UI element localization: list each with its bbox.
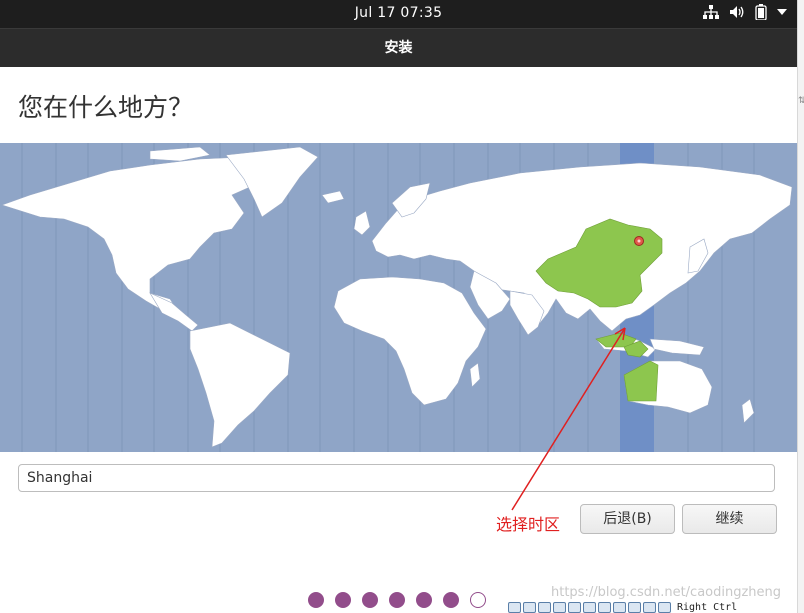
audio-icon[interactable] — [538, 601, 551, 613]
cpu-icon[interactable] — [628, 601, 641, 613]
progress-dot — [389, 592, 405, 608]
land-masses — [1, 146, 793, 448]
progress-dot-current — [470, 592, 486, 608]
location-pin-icon[interactable] — [634, 236, 644, 246]
network-icon[interactable] — [703, 5, 719, 19]
mouse-integration-icon[interactable] — [643, 601, 656, 613]
progress-dot — [308, 592, 324, 608]
progress-dot — [335, 592, 351, 608]
annotation-label: 选择时区 — [496, 515, 561, 534]
progress-dot — [362, 592, 378, 608]
network-adapter-icon[interactable] — [553, 601, 566, 613]
watermark: https://blog.csdn.net/caodingzheng — [551, 585, 782, 600]
timezone-input[interactable] — [18, 464, 775, 492]
host-window-edge: ⇅ — [797, 0, 804, 613]
progress-dots — [308, 592, 486, 608]
clock[interactable]: Jul 17 07:35 — [0, 5, 797, 21]
optical-drive-icon[interactable] — [523, 601, 536, 613]
hard-disk-icon[interactable] — [508, 601, 521, 613]
continue-button[interactable]: 继续 — [682, 504, 777, 534]
vm-status-bar: Right Ctrl — [508, 601, 797, 613]
shared-folder-icon[interactable] — [583, 601, 596, 613]
back-button[interactable]: 后退(B) — [580, 504, 675, 534]
window-title: 安装 — [384, 40, 413, 56]
progress-dot — [416, 592, 432, 608]
scroll-indicator-icon: ⇅ — [798, 96, 804, 106]
usb-icon[interactable] — [568, 601, 581, 613]
keyboard-icon[interactable] — [658, 601, 671, 613]
window-titlebar: 安装 — [0, 28, 797, 67]
display-icon[interactable] — [598, 601, 611, 613]
system-menu-chevron-icon[interactable] — [777, 8, 787, 16]
recording-icon[interactable] — [613, 601, 626, 613]
volume-icon[interactable] — [729, 5, 745, 19]
host-key-label: Right Ctrl — [677, 601, 738, 613]
battery-icon[interactable] — [755, 4, 767, 20]
page-title: 您在什么地方？ — [18, 93, 194, 122]
top-panel: Jul 17 07:35 — [0, 0, 797, 28]
progress-dot — [443, 592, 459, 608]
timezone-map[interactable] — [0, 143, 797, 452]
system-tray[interactable] — [703, 4, 787, 20]
